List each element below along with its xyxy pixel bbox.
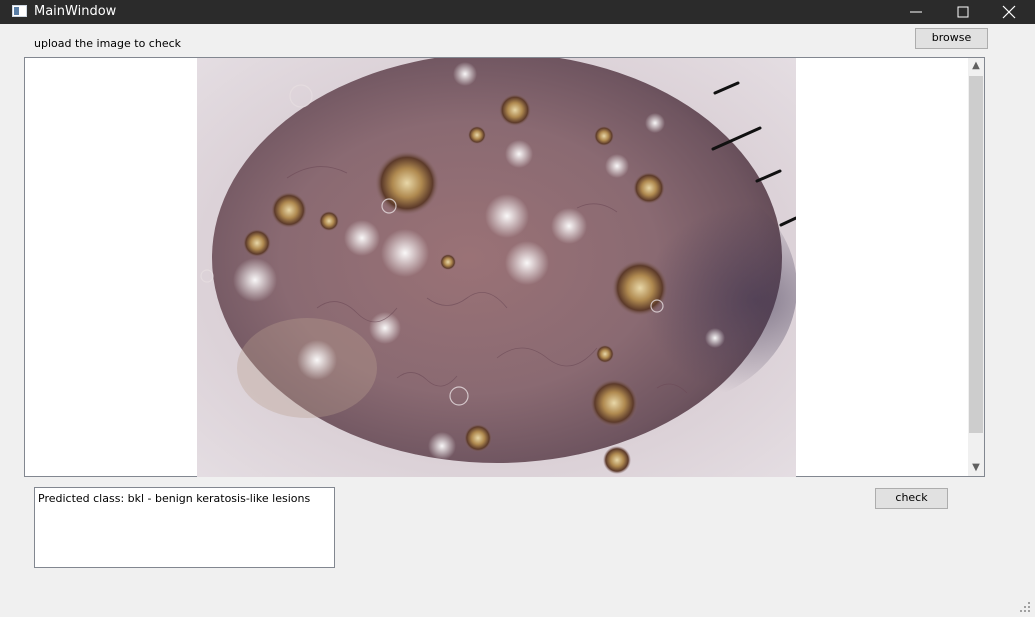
check-button[interactable]: check [875, 488, 948, 509]
minimize-button[interactable] [893, 0, 939, 24]
maximize-button[interactable] [940, 0, 986, 24]
title-bar[interactable]: MainWindow [0, 0, 1035, 24]
maximize-icon [957, 6, 969, 18]
resize-grip-icon[interactable] [1018, 600, 1032, 614]
close-button[interactable] [986, 0, 1032, 24]
app-window-icon [12, 5, 27, 17]
prediction-text: Predicted class: bkl - benign keratosis-… [38, 492, 311, 505]
minimize-icon [910, 11, 922, 13]
scroll-down-icon[interactable]: ▼ [968, 460, 984, 476]
vertical-scrollbar[interactable]: ▲ ▼ [968, 58, 984, 476]
scroll-thumb[interactable] [969, 76, 983, 433]
image-viewer[interactable]: ▲ ▼ [24, 57, 985, 477]
window-title: MainWindow [34, 4, 117, 19]
browse-button[interactable]: browse [915, 28, 988, 49]
main-window: MainWindow upload the image to check bro… [0, 0, 1035, 617]
scroll-up-icon[interactable]: ▲ [968, 58, 984, 74]
skin-lesion-image-icon [197, 58, 796, 477]
close-icon [1002, 5, 1016, 19]
upload-label: upload the image to check [34, 37, 182, 50]
prediction-result-box[interactable]: Predicted class: bkl - benign keratosis-… [34, 487, 335, 568]
lesion-image [197, 58, 796, 477]
